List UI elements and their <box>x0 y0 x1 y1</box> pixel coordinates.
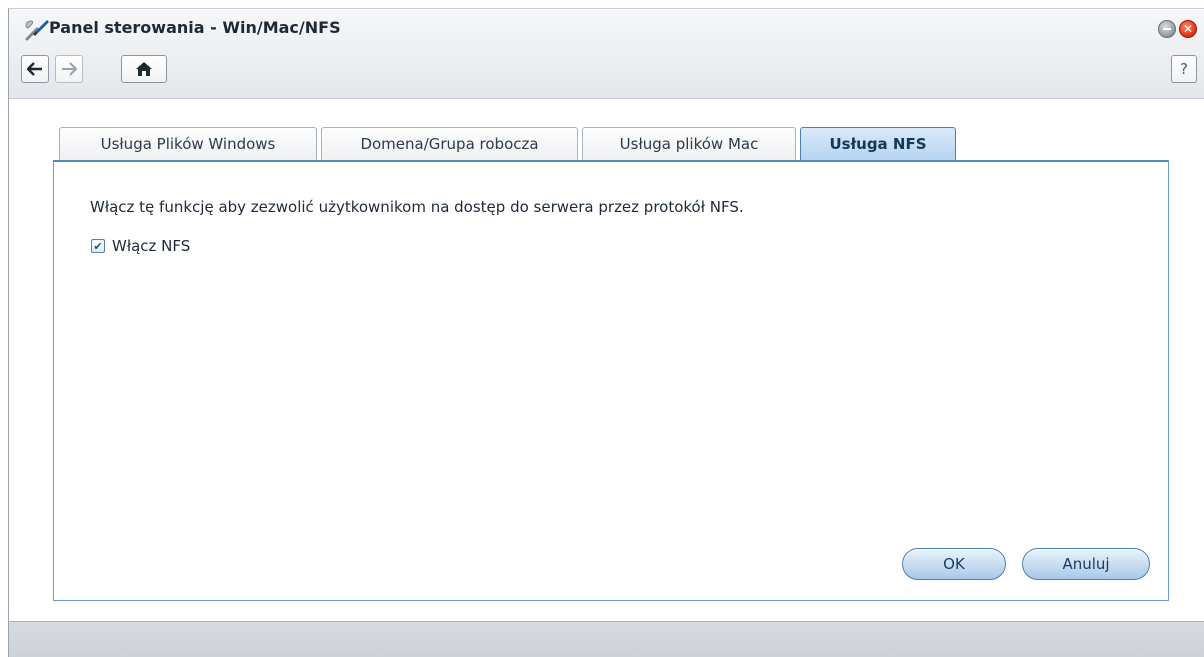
arrow-right-icon <box>62 62 77 76</box>
close-icon[interactable]: ✕ <box>1179 20 1197 38</box>
ok-button[interactable]: OK <box>902 548 1006 580</box>
enable-nfs-checkbox[interactable]: ✔ <box>91 239 105 253</box>
forward-button[interactable] <box>55 55 83 83</box>
tools-icon <box>25 20 49 41</box>
window-title: Panel sterowania - Win/Mac/NFS <box>49 18 341 37</box>
home-icon <box>136 62 152 76</box>
nfs-description: Włącz tę funkcję aby zezwolić użytkownik… <box>90 198 744 216</box>
title-bar: Panel sterowania - Win/Mac/NFS ✕ ? <box>9 9 1204 99</box>
minimize-icon[interactable] <box>1158 20 1176 38</box>
control-panel-window: Panel sterowania - Win/Mac/NFS ✕ ? Usług… <box>8 8 1204 657</box>
enable-nfs-row[interactable]: ✔ Włącz NFS <box>91 237 190 255</box>
status-bar <box>9 621 1204 657</box>
enable-nfs-label[interactable]: Włącz NFS <box>112 237 190 255</box>
nfs-settings-panel: Włącz tę funkcję aby zezwolić użytkownik… <box>53 160 1169 601</box>
tab-domain-workgroup[interactable]: Domena/Grupa robocza <box>321 127 578 161</box>
tab-windows-file-service[interactable]: Usługa Plików Windows <box>59 127 317 161</box>
arrow-left-icon <box>27 62 42 76</box>
cancel-button[interactable]: Anuluj <box>1022 548 1150 580</box>
tab-mac-file-service[interactable]: Usługa plików Mac <box>582 127 796 161</box>
back-button[interactable] <box>21 55 49 83</box>
tab-nfs-service[interactable]: Usługa NFS <box>800 127 956 162</box>
home-button[interactable] <box>121 55 167 83</box>
help-button[interactable]: ? <box>1171 55 1197 83</box>
